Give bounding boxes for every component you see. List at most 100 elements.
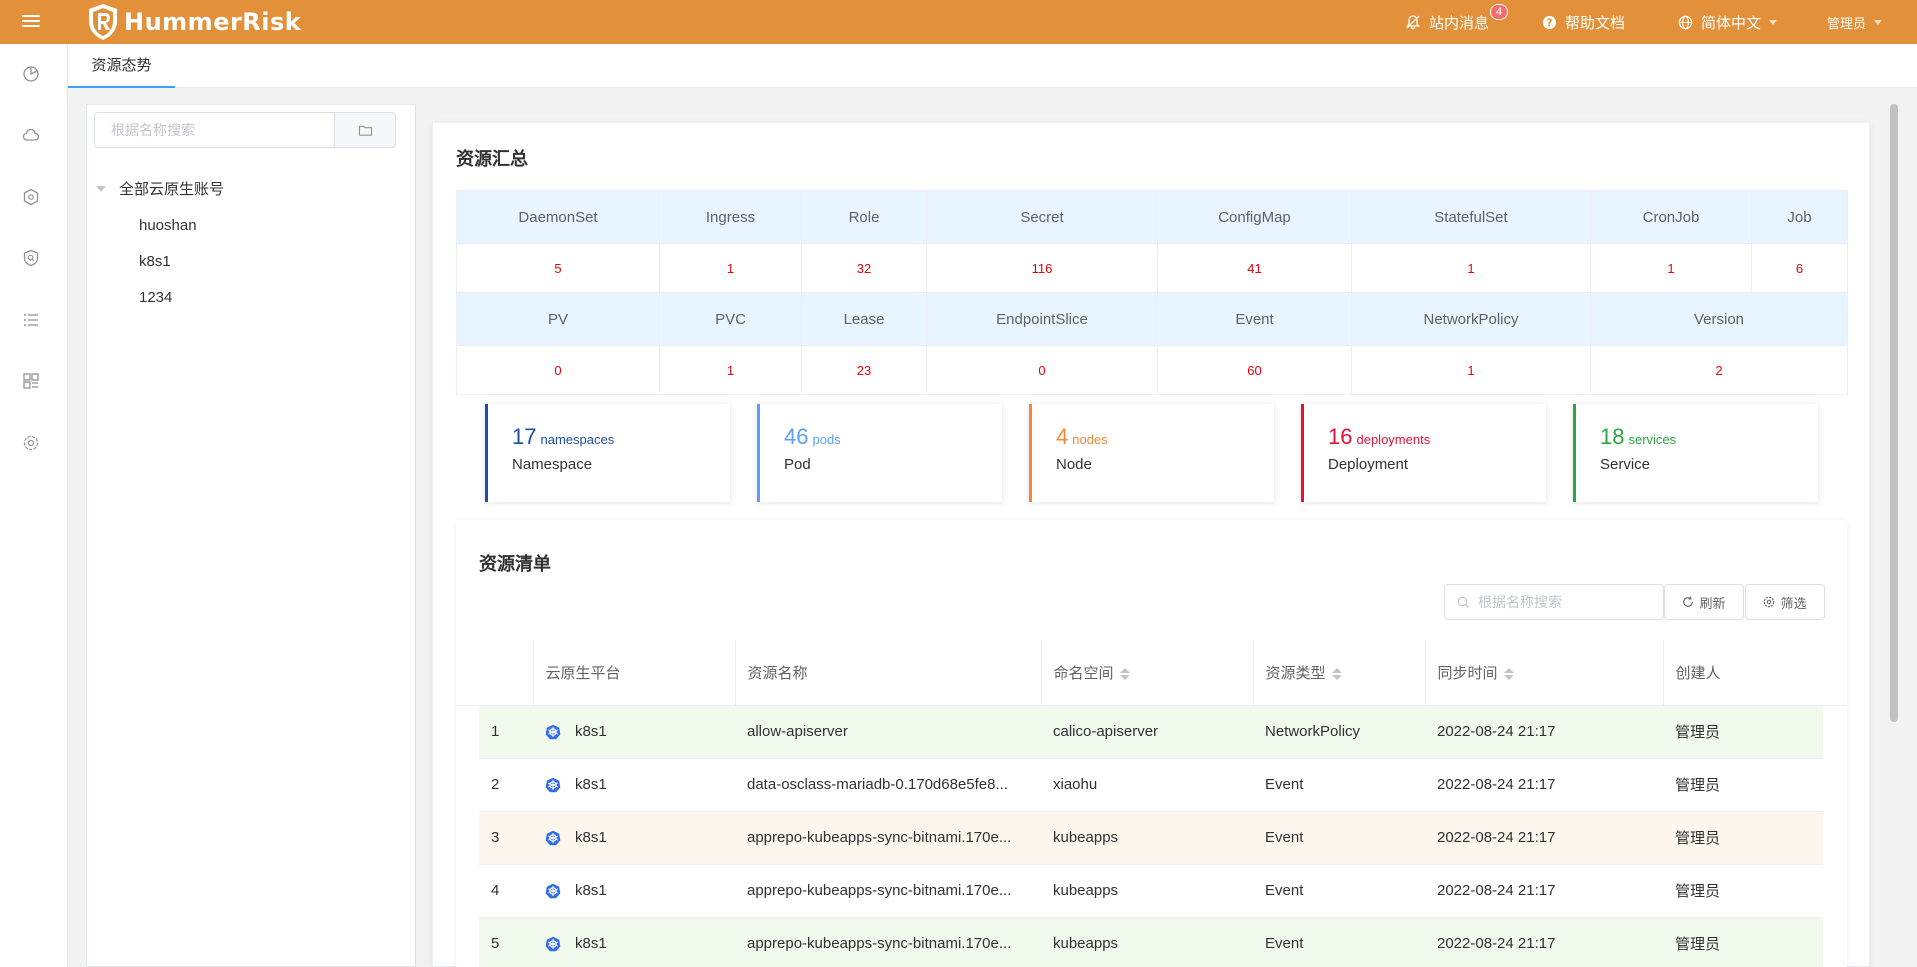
apps-icon[interactable] xyxy=(22,372,40,390)
summary-header: Job xyxy=(1751,190,1848,244)
summary-value[interactable]: 32 xyxy=(801,243,927,293)
app-logo[interactable]: HummerRisk xyxy=(86,2,301,42)
column-header-namespace[interactable]: 命名空间 xyxy=(1041,640,1254,706)
list-icon[interactable] xyxy=(22,311,40,329)
row-resource-name[interactable]: apprepo-kubeapps-sync-bitnami.170e... xyxy=(735,811,1041,865)
summary-header: PV xyxy=(456,292,660,346)
row-resource-name[interactable]: apprepo-kubeapps-sync-bitnami.170e... xyxy=(735,917,1041,967)
tab-resource-overview[interactable]: 资源态势 xyxy=(68,44,175,88)
summary-value[interactable]: 1 xyxy=(659,345,802,395)
bell-icon xyxy=(1406,15,1420,30)
summary-header: Secret xyxy=(926,190,1158,244)
tab-bar: 资源态势 xyxy=(68,44,1917,88)
row-resource-name[interactable]: apprepo-kubeapps-sync-bitnami.170e... xyxy=(735,864,1041,918)
row-resource-name[interactable]: data-osclass-mariadb-0.170d68e5fe8... xyxy=(735,758,1041,812)
settings-icon[interactable] xyxy=(22,434,40,452)
stat-card-node[interactable]: 4 nodes Node xyxy=(1029,404,1274,502)
stat-label: Deployment xyxy=(1328,456,1409,473)
table-edge xyxy=(456,758,479,811)
summary-grid: DaemonSet Ingress Role Secret ConfigMap … xyxy=(456,190,1848,395)
tree-search-input[interactable]: 根据名称搜索 xyxy=(94,112,335,148)
stat-card-namespace[interactable]: 17 namespaces Namespace xyxy=(485,404,730,502)
stat-card-deployment[interactable]: 16 deployments Deployment xyxy=(1301,404,1546,502)
kubernetes-icon xyxy=(545,883,561,899)
kubernetes-icon xyxy=(545,936,561,952)
column-header-sync-time[interactable]: 同步时间 xyxy=(1425,640,1664,706)
cluster-icon[interactable] xyxy=(22,188,40,206)
menu-toggle-icon[interactable] xyxy=(22,12,42,32)
refresh-label: 刷新 xyxy=(1699,595,1726,611)
row-type: NetworkPolicy xyxy=(1253,705,1425,759)
tree-node-1234[interactable]: 1234 xyxy=(139,289,172,306)
table-row[interactable]: 1 k8s1 allow-apiserver calico-apiserver Netw… xyxy=(456,705,1847,759)
summary-value[interactable]: 0 xyxy=(456,345,660,395)
summary-header: Ingress xyxy=(659,190,802,244)
row-platform: k8s1 xyxy=(533,758,735,812)
summary-value[interactable]: 1 xyxy=(659,243,802,293)
filter-button[interactable]: 筛选 xyxy=(1745,584,1825,620)
column-header-label: 资源类型 xyxy=(1265,664,1326,682)
row-platform: k8s1 xyxy=(533,864,735,918)
cloud-icon[interactable] xyxy=(22,126,40,144)
summary-value[interactable]: 1 xyxy=(1351,243,1591,293)
stat-card-service[interactable]: 18 services Service xyxy=(1573,404,1818,502)
table-edge xyxy=(1823,811,1847,864)
column-header-type[interactable]: 资源类型 xyxy=(1253,640,1426,706)
kubernetes-icon xyxy=(545,777,561,793)
row-resource-name[interactable]: allow-apiserver xyxy=(735,705,1041,759)
language-select[interactable]: 简体中文 xyxy=(1678,0,1778,44)
row-type: Event xyxy=(1253,811,1425,865)
summary-value[interactable]: 6 xyxy=(1751,243,1848,293)
summary-value[interactable]: 0 xyxy=(926,345,1158,395)
globe-icon xyxy=(1678,15,1693,29)
sort-icon[interactable] xyxy=(1119,667,1130,680)
stat-number: 4 xyxy=(1056,424,1069,449)
messages-link[interactable]: 站内消息 4 xyxy=(1405,0,1509,44)
scrollbar[interactable] xyxy=(1890,104,1898,722)
refresh-button[interactable]: 刷新 xyxy=(1664,584,1744,620)
summary-header: Version xyxy=(1590,292,1848,346)
tree-node-k8s1[interactable]: k8s1 xyxy=(139,253,171,270)
platform-name: k8s1 xyxy=(575,775,607,793)
summary-value[interactable]: 60 xyxy=(1157,345,1352,395)
summary-value[interactable]: 1 xyxy=(1351,345,1591,395)
row-creator: 管理员 xyxy=(1663,917,1823,967)
help-link[interactable]: ? 帮助文档 xyxy=(1542,0,1625,44)
summary-header: Event xyxy=(1157,292,1352,346)
tree-folder-button[interactable] xyxy=(334,112,396,148)
row-index: 5 xyxy=(479,917,533,967)
stat-unit: nodes xyxy=(1072,432,1108,447)
row-platform: k8s1 xyxy=(533,811,735,865)
summary-value[interactable]: 5 xyxy=(456,243,660,293)
row-sync-time: 2022-08-24 21:17 xyxy=(1425,758,1663,812)
tree-node-huoshan[interactable]: huoshan xyxy=(139,217,197,234)
row-platform: k8s1 xyxy=(533,917,735,967)
sort-icon[interactable] xyxy=(1503,667,1514,680)
kubernetes-icon xyxy=(545,830,561,846)
table-row[interactable]: 5 k8s1 apprepo-kubeapps-sync-bitnami.170e.… xyxy=(456,917,1847,967)
table-edge xyxy=(456,705,479,758)
row-index: 4 xyxy=(479,864,533,918)
stat-number: 18 xyxy=(1600,424,1625,449)
summary-value[interactable]: 2 xyxy=(1590,345,1848,395)
row-index: 3 xyxy=(479,811,533,865)
table-row[interactable]: 2 k8s1 data-osclass-mariadb-0.170d68e5fe8.… xyxy=(456,758,1847,812)
table-row[interactable]: 3 k8s1 apprepo-kubeapps-sync-bitnami.170e.… xyxy=(456,811,1847,865)
dashboard-icon[interactable] xyxy=(22,65,40,83)
shield-search-icon[interactable] xyxy=(22,249,40,267)
tree-root-node[interactable]: 全部云原生账号 xyxy=(96,178,224,199)
stat-card-pod[interactable]: 46 pods Pod xyxy=(757,404,1002,502)
summary-header: NetworkPolicy xyxy=(1351,292,1591,346)
summary-value[interactable]: 116 xyxy=(926,243,1158,293)
resource-search-input[interactable]: 根据名称搜索 xyxy=(1444,584,1664,620)
summary-value[interactable]: 23 xyxy=(801,345,927,395)
table-edge xyxy=(1823,758,1847,811)
summary-header: Lease xyxy=(801,292,927,346)
summary-value[interactable]: 1 xyxy=(1590,243,1752,293)
user-menu[interactable]: 管理员 xyxy=(1827,0,1883,44)
table-row[interactable]: 4 k8s1 apprepo-kubeapps-sync-bitnami.170e.… xyxy=(456,864,1847,918)
sort-icon[interactable] xyxy=(1331,667,1342,680)
summary-value[interactable]: 41 xyxy=(1157,243,1352,293)
row-platform: k8s1 xyxy=(533,705,735,759)
stat-label: Namespace xyxy=(512,456,593,473)
